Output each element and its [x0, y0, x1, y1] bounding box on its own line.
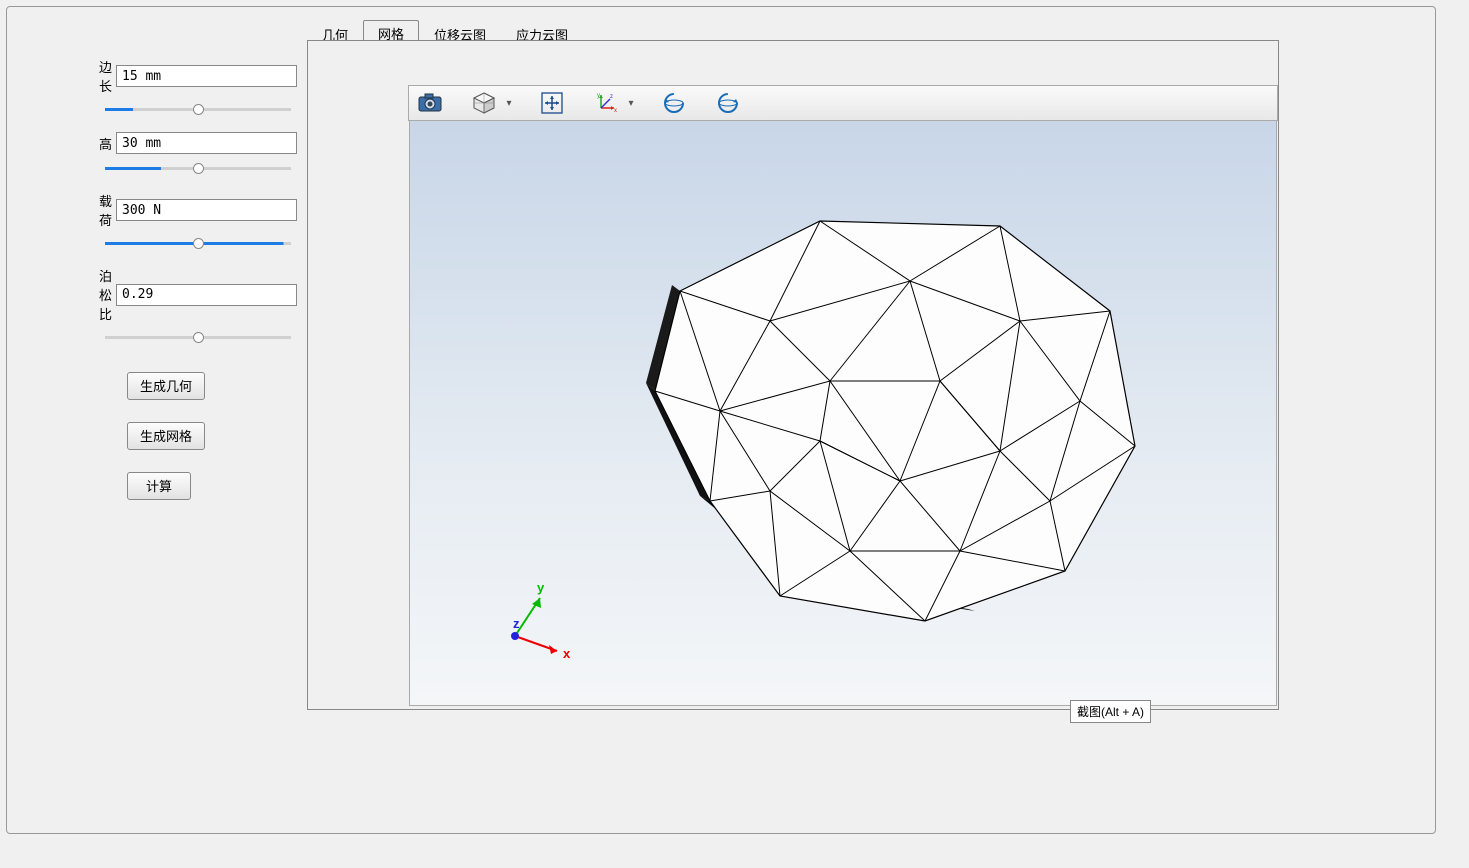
mesh-view-panel: ▾ x y z ▾	[307, 40, 1279, 710]
view-mode-cube-icon[interactable]	[467, 88, 501, 118]
view-mode-dropdown-icon[interactable]: ▾	[503, 98, 515, 109]
poisson-ratio-input[interactable]	[116, 284, 297, 306]
height-slider[interactable]	[105, 167, 291, 170]
param-label-load: 载荷	[97, 191, 116, 229]
height-input[interactable]	[116, 132, 297, 154]
param-height: 高	[97, 132, 297, 154]
generate-mesh-button[interactable]: 生成网格	[127, 422, 205, 450]
param-edge-length: 边长	[97, 57, 297, 95]
compute-button[interactable]: 计算	[127, 472, 191, 500]
rotate-cw-icon[interactable]	[711, 88, 745, 118]
camera-snapshot-icon[interactable]	[413, 88, 447, 118]
orientation-dropdown-icon[interactable]: ▾	[625, 98, 637, 109]
svg-text:x: x	[614, 108, 617, 114]
axis-z-label: z	[513, 616, 520, 631]
orientation-axes-icon[interactable]: x y z	[589, 88, 623, 118]
pan-move-icon[interactable]	[535, 88, 569, 118]
parameter-panel: 边长 高 载荷 泊松比 生成几何 生成网格 计算	[97, 57, 297, 522]
param-label-edge: 边长	[97, 57, 116, 95]
rotate-ccw-icon[interactable]	[657, 88, 691, 118]
axis-x-label: x	[563, 646, 571, 661]
poisson-ratio-slider[interactable]	[105, 336, 291, 339]
load-slider[interactable]	[105, 242, 291, 245]
svg-text:z: z	[610, 94, 613, 100]
mesh-viewer-canvas[interactable]: x y z	[409, 121, 1277, 706]
edge-length-slider[interactable]	[105, 108, 291, 111]
screenshot-tooltip: 截图(Alt + A)	[1070, 700, 1151, 723]
load-input[interactable]	[116, 199, 297, 221]
mesh-model	[646, 221, 1135, 621]
param-label-height: 高	[97, 134, 116, 153]
generate-geometry-button[interactable]: 生成几何	[127, 372, 205, 400]
svg-text:y: y	[597, 93, 600, 99]
viewer-toolbar: ▾ x y z ▾	[408, 85, 1278, 121]
param-label-poisson: 泊松比	[97, 266, 116, 323]
param-load: 载荷	[97, 191, 297, 229]
axis-y-label: y	[537, 580, 545, 595]
edge-length-input[interactable]	[116, 65, 297, 87]
main-window: 边长 高 载荷 泊松比 生成几何 生成网格 计算 几何 网格 位移云图 应力云图	[6, 6, 1436, 834]
param-poisson: 泊松比	[97, 266, 297, 323]
action-buttons: 生成几何 生成网格 计算	[127, 372, 297, 500]
